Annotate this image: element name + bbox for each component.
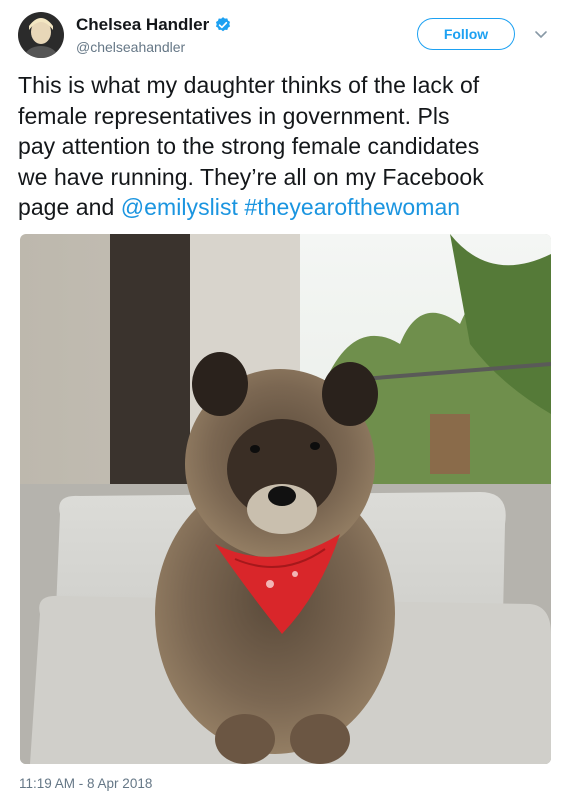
author-handle[interactable]: @chelseahandler (76, 39, 232, 55)
tweet-text-line: pay attention to the strong female candi… (18, 133, 480, 159)
tweet-text-line: page and @emilyslist #theyearofthewoman (18, 192, 558, 223)
tweet-text-segment: page and (18, 194, 121, 220)
tweet-header: Chelsea Handler @chelseahandler Follow (18, 12, 553, 60)
mention-link[interactable]: @emilyslist (121, 194, 238, 220)
chevron-down-icon[interactable] (533, 26, 549, 42)
tweet-photo[interactable] (20, 234, 551, 764)
tweet-text-line: female representatives in government. Pl… (18, 102, 450, 129)
dog-photo (20, 234, 551, 764)
author-display-name[interactable]: Chelsea Handler (76, 15, 209, 35)
tweet-timestamp[interactable]: 11:19 AM - 8 Apr 2018 (19, 776, 152, 791)
hashtag-link[interactable]: #theyearofthewoman (244, 194, 460, 220)
tweet-text-line: we have running. They’re all on my Faceb… (18, 163, 484, 190)
tweet-text: This is what my daughter thinks of the l… (18, 70, 558, 223)
verified-badge-icon (214, 16, 232, 34)
avatar[interactable] (18, 12, 64, 58)
author-info: Chelsea Handler @chelseahandler (76, 15, 232, 55)
follow-button[interactable]: Follow (417, 18, 515, 50)
tweet-text-line: This is what my daughter thinks of the l… (18, 72, 480, 98)
